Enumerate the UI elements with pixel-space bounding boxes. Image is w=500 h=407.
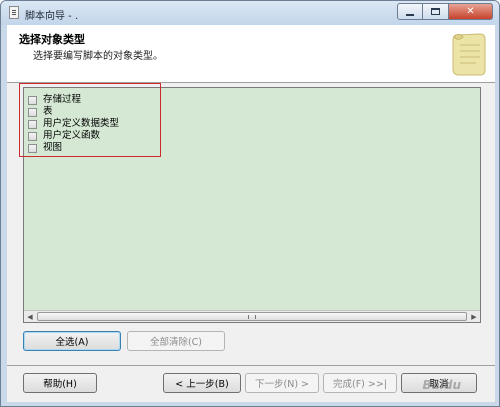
stored-procedure-checkbox[interactable] xyxy=(28,95,37,105)
list-item-label: 用户定义函数 xyxy=(43,130,101,141)
back-button[interactable]: < 上一步(B) xyxy=(163,373,241,393)
minimize-button[interactable] xyxy=(397,3,423,20)
list-item-stored-procedure[interactable]: 存储过程 xyxy=(28,94,119,106)
scroll-right-icon[interactable]: ▶ xyxy=(468,311,480,322)
finish-button[interactable]: 完成(F) >>| xyxy=(323,373,397,393)
user-defined-function-checkbox[interactable] xyxy=(28,131,37,141)
title-bar[interactable]: 脚本向导 - . ✕ xyxy=(1,1,499,25)
window-controls: ✕ xyxy=(397,3,493,20)
page-title: 选择对象类型 xyxy=(19,33,85,46)
document-icon xyxy=(9,6,19,19)
maximize-icon xyxy=(431,8,440,15)
maximize-button[interactable] xyxy=(423,3,449,20)
object-type-list[interactable]: 存储过程 表 用户定义数据类型 用户定义函数 视图 ◀ ▶ xyxy=(23,87,481,323)
close-icon: ✕ xyxy=(466,6,475,17)
list-item-label: 表 xyxy=(43,106,53,117)
clear-all-button[interactable]: 全部清除(C) xyxy=(127,331,225,351)
list-item-user-defined-function[interactable]: 用户定义函数 xyxy=(28,130,119,142)
wizard-footer: 帮助(H) < 上一步(B) 下一步(N) > 完成(F) >>| 取消 xyxy=(7,366,495,402)
scroll-left-icon[interactable]: ◀ xyxy=(24,311,36,322)
list-item-label: 存储过程 xyxy=(43,94,82,105)
list-item-label: 视图 xyxy=(43,142,63,153)
scrollbar-thumb[interactable] xyxy=(37,312,467,321)
list-item-table[interactable]: 表 xyxy=(28,106,119,118)
object-type-items: 存储过程 表 用户定义数据类型 用户定义函数 视图 xyxy=(28,94,119,154)
table-checkbox[interactable] xyxy=(28,107,37,117)
next-button[interactable]: 下一步(N) > xyxy=(245,373,319,393)
close-button[interactable]: ✕ xyxy=(449,3,493,20)
select-all-button[interactable]: 全选(A) xyxy=(23,331,121,351)
window-title: 脚本向导 - . xyxy=(25,11,79,22)
grip-icon xyxy=(248,315,256,319)
user-defined-data-type-checkbox[interactable] xyxy=(28,119,37,129)
cancel-button[interactable]: 取消 xyxy=(401,373,477,393)
list-item-view[interactable]: 视图 xyxy=(28,142,119,154)
list-item-user-defined-data-type[interactable]: 用户定义数据类型 xyxy=(28,118,119,130)
scroll-icon xyxy=(452,33,486,76)
page-subtitle: 选择要编写脚本的对象类型。 xyxy=(33,51,163,62)
wizard-header: 选择对象类型 选择要编写脚本的对象类型。 xyxy=(7,25,495,83)
wizard-window: 脚本向导 - . ✕ 选择对象类型 选择要编写脚本的对象类型。 存储过程 表 用… xyxy=(0,0,500,407)
help-button[interactable]: 帮助(H) xyxy=(23,373,97,393)
minimize-icon xyxy=(406,13,414,16)
view-checkbox[interactable] xyxy=(28,143,37,153)
list-item-label: 用户定义数据类型 xyxy=(43,118,120,129)
wizard-body: 存储过程 表 用户定义数据类型 用户定义函数 视图 ◀ ▶ 全选(A) 全部清除… xyxy=(7,83,495,365)
horizontal-scrollbar[interactable]: ◀ ▶ xyxy=(24,310,480,322)
